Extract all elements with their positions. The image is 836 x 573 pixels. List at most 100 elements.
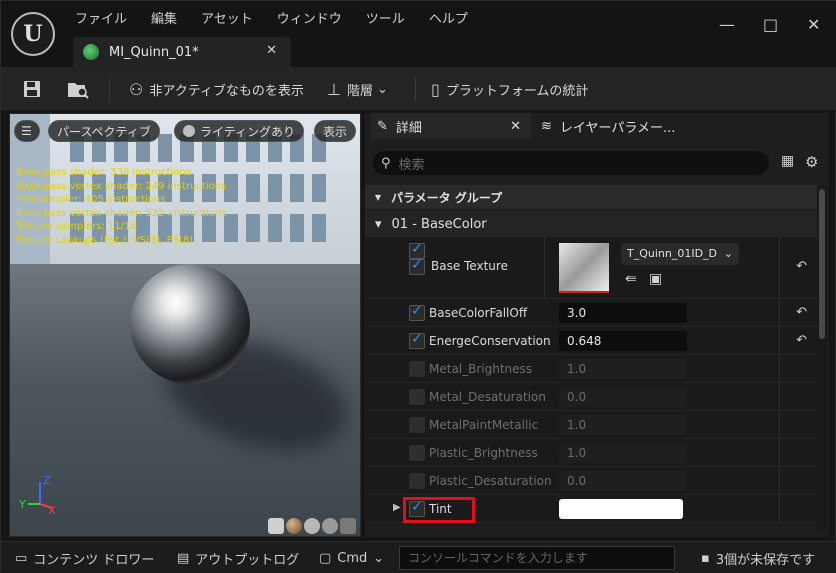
menu-asset[interactable]: アセット — [189, 9, 265, 31]
column-divider — [779, 299, 780, 326]
document-tab[interactable]: MI_Quinn_01* ✕ — [73, 37, 291, 67]
parameter-group-header[interactable]: ▾ パラメータ グループ — [365, 185, 817, 209]
param-checkbox[interactable] — [409, 445, 425, 461]
toolbar-divider — [415, 77, 416, 101]
platform-stats-button[interactable]: ▯ プラットフォームの統計 — [431, 77, 588, 101]
chevron-down-icon: ▾ — [375, 190, 382, 204]
search-icon: ⚲ — [381, 155, 391, 171]
cylinder-mesh-icon[interactable] — [268, 518, 284, 534]
param-label: Metal_Brightness — [429, 362, 533, 376]
expand-arrow-icon[interactable]: ▶ — [393, 502, 401, 513]
param-row-energeconservation: EnergeConservation 0.648 ↶ — [365, 327, 817, 355]
tab-layer-parameters[interactable]: ≋ レイヤーパラメー... — [537, 113, 675, 139]
param-value-input[interactable]: 1.0 — [559, 415, 687, 435]
output-log-button[interactable]: ▤ アウトプットログ — [177, 548, 299, 568]
close-tab-icon[interactable]: ✕ — [510, 119, 521, 134]
hierarchy-label: 階層 — [346, 83, 373, 99]
unreal-logo-icon[interactable]: U — [11, 12, 55, 56]
param-checkbox[interactable] — [409, 499, 425, 517]
plane-mesh-icon[interactable] — [304, 518, 320, 534]
cube-mesh-icon[interactable] — [322, 518, 338, 534]
status-bar: ▭ コンテンツ ドロワー ▤ アウトプットログ ▢ Cmd ⌄ コンソールコマン… — [1, 541, 836, 573]
tint-color-swatch[interactable] — [559, 499, 683, 519]
perspective-button[interactable]: パースペクティブ — [48, 120, 160, 142]
param-value-input[interactable]: 0.648 — [559, 331, 687, 351]
pencil-icon: ✎ — [377, 118, 388, 134]
stats-line: Texture samplers: 11/16 — [16, 221, 137, 232]
reset-to-default-icon[interactable]: ↶ — [796, 259, 807, 274]
use-selected-icon[interactable]: ⇚ — [625, 271, 637, 287]
param-row-metal-desaturation: Metal_Desaturation 0.0 — [365, 383, 817, 411]
tab-details[interactable]: ✎ 詳細 ✕ — [371, 113, 531, 139]
unsaved-indicator[interactable]: ▪ 3個が未保存です — [701, 548, 815, 568]
table-view-icon[interactable]: ▦ — [781, 153, 794, 169]
menu-edit[interactable]: 編集 — [139, 9, 189, 31]
custom-mesh-icon[interactable] — [340, 518, 356, 534]
param-value-input[interactable]: 1.0 — [559, 359, 687, 379]
section-basecolor[interactable]: ▾ 01 - BaseColor — [365, 211, 817, 237]
param-row-tint: ▶ Tint — [365, 495, 817, 523]
tab-layers-label: レイヤーパラメー... — [559, 120, 676, 136]
param-checkbox[interactable] — [409, 257, 425, 275]
param-checkbox[interactable] — [409, 331, 425, 349]
sphere-mesh-icon[interactable] — [286, 518, 302, 534]
parameter-group-label: パラメータ グループ — [391, 190, 503, 205]
param-checkbox[interactable] — [409, 389, 425, 405]
gear-icon[interactable]: ⚙ — [805, 153, 818, 171]
reset-to-default-icon[interactable]: ↶ — [796, 305, 807, 320]
section-basecolor-label: 01 - BaseColor — [391, 216, 487, 232]
param-value-input[interactable]: 3.0 — [559, 303, 687, 323]
unsaved-label: 3個が未保存です — [715, 552, 816, 568]
cmd-dropdown[interactable]: ▢ Cmd ⌄ — [319, 548, 384, 568]
shader-stats: Base pass shader: 339 instructions Base … — [16, 166, 226, 247]
reset-to-default-icon[interactable]: ↶ — [796, 333, 807, 348]
material-instance-icon — [83, 44, 99, 60]
hierarchy-button[interactable]: ⊥ 階層 ⌄ — [327, 77, 388, 101]
param-value-input[interactable]: 1.0 — [559, 443, 687, 463]
param-label: Base Texture — [431, 259, 508, 273]
stats-line: MaxSampler: 405 instructions — [16, 194, 166, 205]
param-value-input[interactable]: 0.0 — [559, 471, 687, 491]
close-window-icon[interactable]: ✕ — [807, 15, 820, 34]
menu-help[interactable]: ヘルプ — [417, 9, 480, 31]
column-divider — [779, 383, 780, 410]
browse-asset-icon[interactable]: ▣ — [649, 271, 662, 287]
node-graph-icon: ⚇ — [129, 79, 144, 99]
show-inactive-button[interactable]: ⚇ 非アクティブなものを表示 — [129, 77, 304, 101]
menu-file[interactable]: ファイル — [63, 9, 139, 31]
minimize-icon[interactable]: — — [719, 15, 735, 34]
axis-y-label: Y — [18, 498, 26, 511]
param-checkbox[interactable] — [409, 417, 425, 433]
details-panel: ✎ 詳細 ✕ ≋ レイヤーパラメー... ⚲ 検索 ▦ ⚙ ▾ パラメータ グル… — [365, 113, 829, 537]
browse-asset-icon[interactable] — [67, 77, 89, 101]
content-drawer-button[interactable]: ▭ コンテンツ ドロワー — [15, 548, 154, 568]
texture-asset-dropdown[interactable]: T_Quinn_01ID_D ⌄ — [621, 243, 739, 265]
param-checkbox[interactable] — [409, 361, 425, 377]
editor-window: U ファイル 編集 アセット ウィンドウ ツール ヘルプ MI_Quinn_01… — [0, 0, 836, 573]
param-label: Metal_Desaturation — [429, 390, 546, 404]
viewport-menu-button[interactable]: ☰ — [14, 120, 40, 142]
stats-line: Texture Lookups (Est.): VS(3), PS(8) — [16, 234, 194, 246]
menu-tools[interactable]: ツール — [354, 9, 417, 31]
close-tab-icon[interactable]: ✕ — [266, 43, 277, 58]
material-preview-viewport[interactable]: ☰ パースペクティブ ライティングあり 表示 Base pass shader:… — [9, 113, 361, 537]
lighting-button[interactable]: ライティングあり — [174, 120, 305, 142]
texture-thumbnail[interactable] — [559, 243, 609, 293]
maximize-icon[interactable]: □ — [763, 15, 778, 34]
content-drawer-label: コンテンツ ドロワー — [33, 552, 155, 568]
chevron-down-icon: ⌄ — [723, 247, 733, 260]
show-button[interactable]: 表示 — [314, 120, 357, 142]
param-value-input[interactable]: 0.0 — [559, 387, 687, 407]
scrollbar-thumb[interactable] — [819, 189, 825, 339]
menu-window[interactable]: ウィンドウ — [265, 9, 354, 31]
details-scrollbar[interactable] — [817, 185, 827, 531]
texture-asset-name: T_Quinn_01ID_D — [627, 247, 718, 260]
title-bar: U ファイル 編集 アセット ウィンドウ ツール ヘルプ MI_Quinn_01… — [1, 1, 836, 67]
search-input[interactable]: ⚲ 検索 — [373, 151, 769, 175]
save-icon[interactable] — [23, 77, 41, 101]
stats-line: Base pass vertex shader: 249 instruction… — [16, 180, 227, 192]
console-input[interactable]: コンソールコマンドを入力します — [399, 546, 675, 570]
param-checkbox[interactable] — [409, 473, 425, 489]
menu-bar: ファイル 編集 アセット ウィンドウ ツール ヘルプ — [63, 9, 480, 31]
param-checkbox[interactable] — [409, 303, 425, 321]
